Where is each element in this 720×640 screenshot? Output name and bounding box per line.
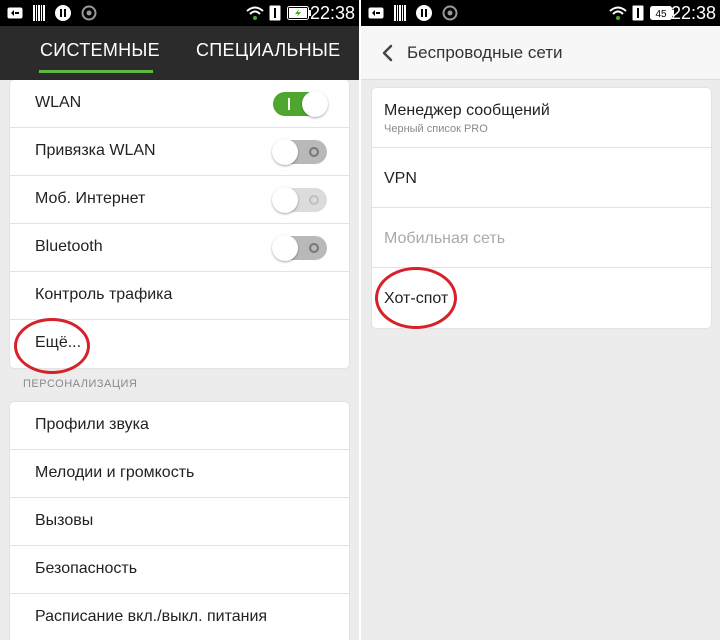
setting-label: Мелодии и громкость	[35, 464, 195, 481]
setting-label: Безопасность	[35, 560, 138, 577]
personalization-card: Профили звука Мелодии и громкость Вызовы…	[10, 402, 349, 640]
tab-bar: СИСТЕМНЫЕ СПЕЦИАЛЬНЫЕ	[0, 26, 359, 80]
mobile-data-toggle[interactable]	[272, 187, 327, 213]
wlan-toggle[interactable]	[273, 91, 328, 117]
setting-row-wlan-tethering[interactable]: Привязка WLAN	[10, 128, 349, 176]
usb-debug-icon	[367, 4, 385, 22]
list-item-hotspot[interactable]: Хот-спот	[372, 268, 711, 328]
usb-debug-icon	[6, 4, 24, 22]
list-item-message-manager[interactable]: Менеджер сообщений Черный список PRO	[372, 88, 711, 148]
barcode-icon	[393, 4, 407, 22]
battery-charging-icon	[287, 4, 311, 22]
battery-level: 45	[655, 9, 667, 20]
app-bar: Беспроводные сети	[361, 26, 720, 80]
setting-row-calls[interactable]: Вызовы	[10, 498, 349, 546]
item-label: VPN	[384, 170, 417, 187]
main-settings-card: WLAN Привязка WLAN Моб. Интернет Bluetoo…	[10, 80, 349, 368]
wireless-networks-screen: 45 22:38 Беспроводные сети Менеджер сооб…	[361, 0, 720, 640]
sync-icon	[441, 4, 459, 22]
active-tab-indicator	[39, 70, 153, 73]
setting-label: Привязка WLAN	[35, 142, 156, 159]
setting-row-sound-profiles[interactable]: Профили звука	[10, 402, 349, 450]
setting-label: Профили звука	[35, 416, 149, 433]
setting-row-ringtones-volume[interactable]: Мелодии и громкость	[10, 450, 349, 498]
list-item-mobile-network: Мобильная сеть	[372, 208, 711, 268]
settings-screen: 22:38 СИСТЕМНЫЕ СПЕЦИАЛЬНЫЕ WLAN Привязк…	[0, 0, 359, 640]
setting-row-mobile-data[interactable]: Моб. Интернет	[10, 176, 349, 224]
setting-label: Расписание вкл./выкл. питания	[35, 608, 268, 625]
item-label: Хот-спот	[384, 290, 449, 307]
sim-icon	[268, 4, 282, 22]
tab-special[interactable]: СПЕЦИАЛЬНЫЕ	[196, 40, 340, 61]
setting-row-security[interactable]: Безопасность	[10, 546, 349, 594]
page-title: Беспроводные сети	[407, 43, 563, 62]
wireless-items-card: Менеджер сообщений Черный список PRO VPN…	[372, 88, 711, 328]
list-item-vpn[interactable]: VPN	[372, 148, 711, 208]
setting-label: Контроль трафика	[35, 286, 173, 303]
setting-row-bluetooth[interactable]: Bluetooth	[10, 224, 349, 272]
setting-label: Ещё...	[35, 334, 82, 351]
setting-row-wlan[interactable]: WLAN	[10, 80, 349, 128]
setting-label: Bluetooth	[35, 238, 103, 255]
section-header-personalization: ПЕРСОНАЛИЗАЦИЯ	[23, 378, 138, 390]
item-sublabel: Черный список PRO	[384, 123, 488, 135]
setting-row-more[interactable]: Ещё...	[10, 320, 349, 368]
bluetooth-toggle[interactable]	[272, 235, 327, 261]
setting-label: Моб. Интернет	[35, 190, 146, 207]
setting-label: WLAN	[35, 94, 82, 111]
status-time: 22:38	[670, 3, 716, 23]
pause-icon	[415, 4, 433, 22]
wlan-tethering-toggle[interactable]	[272, 139, 327, 165]
sim-icon	[631, 4, 645, 22]
screens: 22:38 СИСТЕМНЫЕ СПЕЦИАЛЬНЫЕ WLAN Привязк…	[0, 0, 720, 640]
sync-icon	[80, 4, 98, 22]
item-label: Мобильная сеть	[384, 230, 506, 247]
tab-system[interactable]: СИСТЕМНЫЕ	[40, 40, 160, 61]
setting-row-power-schedule[interactable]: Расписание вкл./выкл. питания	[10, 594, 349, 640]
status-bar: 45 22:38	[361, 0, 720, 26]
pause-icon	[54, 4, 72, 22]
back-icon[interactable]	[375, 40, 401, 66]
item-label: Менеджер сообщений	[384, 102, 550, 119]
setting-label: Вызовы	[35, 512, 94, 529]
barcode-icon	[32, 4, 46, 22]
wifi-icon	[245, 4, 265, 22]
status-time: 22:38	[309, 3, 355, 23]
status-bar: 22:38	[0, 0, 359, 26]
wifi-icon	[608, 4, 628, 22]
setting-row-traffic-control[interactable]: Контроль трафика	[10, 272, 349, 320]
